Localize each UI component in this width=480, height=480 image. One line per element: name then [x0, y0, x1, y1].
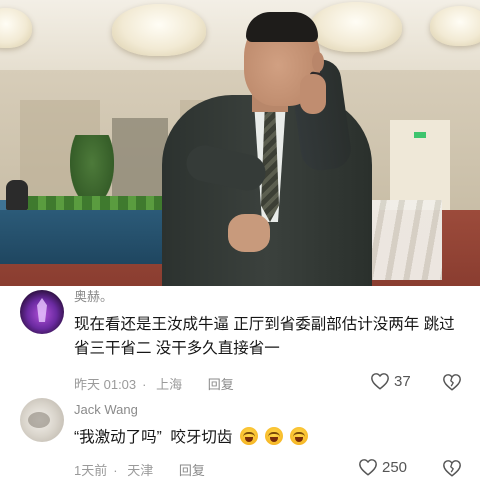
comment-location: 上海: [156, 377, 183, 392]
like-count: 37: [394, 372, 411, 390]
man-fist: [228, 214, 270, 252]
comment-location: 天津: [127, 463, 154, 478]
like-count: 250: [382, 458, 408, 476]
reply-button[interactable]: 回复: [208, 377, 234, 392]
ceiling: [0, 0, 480, 70]
man-ear: [312, 52, 324, 72]
comment-time: 昨天 01:03: [74, 377, 137, 392]
chandelier: [112, 4, 206, 56]
comment-meta: 昨天 01:03 · 上海 回复: [74, 374, 240, 393]
meta-separator: ·: [142, 377, 147, 392]
plant: [70, 135, 114, 205]
like-button[interactable]: 37: [370, 372, 411, 390]
laughing-crying-emoji-icon: [265, 427, 284, 445]
broken-heart-icon[interactable]: [442, 373, 462, 391]
laughing-crying-emoji-icon: [239, 427, 258, 445]
chandelier: [310, 2, 402, 52]
comment-username[interactable]: Jack Wang: [74, 402, 138, 417]
man-hand: [300, 74, 326, 114]
comment-text: 现在看还是王汝成牛逼 正厅到省委副部估计没两年 跳过省三干省二 没干多久直接省一: [74, 316, 455, 357]
seated-person: [6, 180, 28, 210]
laughing-crying-emoji-icon: [290, 427, 309, 445]
reply-button[interactable]: 回复: [179, 463, 205, 478]
heart-outline-icon: [359, 459, 377, 476]
broken-heart-icon[interactable]: [442, 459, 462, 477]
video-frame[interactable]: [0, 0, 480, 286]
avatar[interactable]: [20, 398, 64, 442]
heart-outline-icon: [371, 373, 389, 390]
comment-meta: 1天前 · 天津 回复: [74, 460, 211, 479]
like-button[interactable]: 250: [358, 458, 407, 476]
comment-text: “我激动了吗” 咬牙切齿: [74, 429, 233, 446]
meta-separator: ·: [113, 463, 118, 478]
exit-sign: [414, 132, 426, 138]
chandelier: [430, 6, 480, 46]
comment-text-line: “我激动了吗” 咬牙切齿: [74, 426, 464, 450]
comment-time: 1天前: [74, 463, 108, 478]
man-hair: [246, 12, 318, 42]
avatar[interactable]: [20, 290, 64, 334]
comment-username[interactable]: 奥赫。: [74, 286, 113, 305]
doorway: [112, 118, 168, 208]
